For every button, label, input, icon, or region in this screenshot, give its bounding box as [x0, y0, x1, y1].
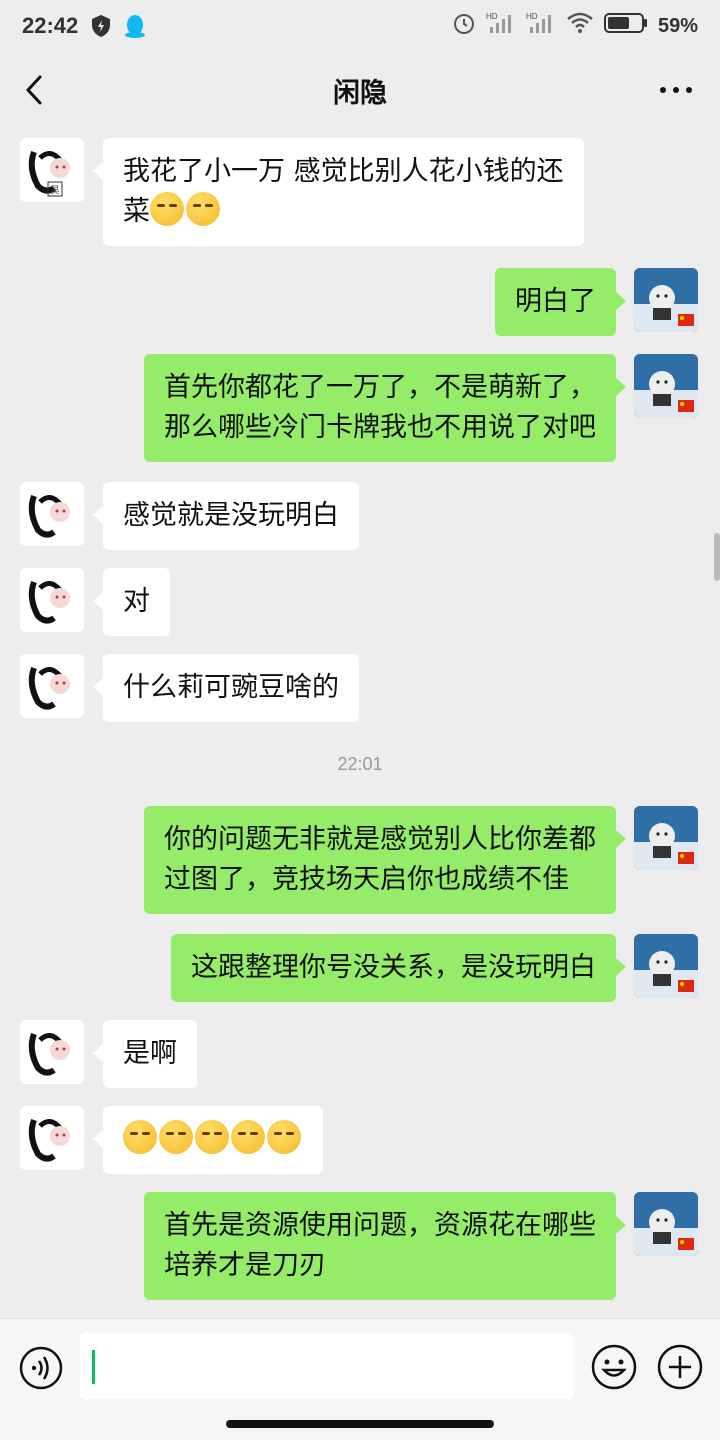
voice-icon[interactable]	[18, 1345, 64, 1391]
message-text: 这跟整理你号没关系，是没玩明白	[191, 952, 596, 983]
outgoing-message-bubble[interactable]: 首先你都花了一万了，不是萌新了， 那么哪些冷门卡牌我也不用说了对吧	[144, 354, 626, 462]
hd-signal-icon: HD	[526, 11, 556, 41]
contact-avatar[interactable]	[20, 1106, 84, 1170]
message-text: 是啊	[123, 1038, 177, 1069]
crying-laughing-emoji-icon	[267, 1120, 301, 1154]
message-text: 首先你都花了一万了，不是萌新了，	[164, 372, 596, 403]
message-row-outgoing: 你的问题无非就是感觉别人比你差都 过图了，竞技场天启你也成绩不佳	[0, 796, 720, 914]
incoming-message-bubble[interactable]: 感觉就是没玩明白	[93, 482, 359, 550]
svg-text:HD: HD	[526, 12, 538, 21]
crying-laughing-emoji-icon	[231, 1120, 265, 1154]
qq-penguin-icon	[124, 13, 146, 39]
message-row-incoming: 什么莉可豌豆啥的	[0, 644, 720, 722]
message-row-incoming: 感觉就是没玩明白	[0, 472, 720, 550]
message-text-line: 那么哪些冷门卡牌我也不用说了对吧	[164, 412, 596, 443]
message-text-line: 培养才是刀刃	[164, 1250, 326, 1281]
own-avatar[interactable]	[634, 806, 698, 870]
message-row-incoming: 是啊	[0, 1010, 720, 1088]
message-text-line: 过图了，竞技场天启你也成绩不佳	[164, 864, 569, 895]
avatar-seal-text: 吴	[50, 185, 59, 196]
message-text: 什么莉可豌豆啥的	[123, 672, 339, 703]
contact-avatar[interactable]	[20, 482, 84, 546]
message-text: 明白了	[515, 286, 596, 317]
incoming-message-bubble[interactable]: 什么莉可豌豆啥的	[93, 654, 359, 722]
contact-avatar[interactable]	[20, 654, 84, 718]
outgoing-message-bubble[interactable]: 你的问题无非就是感觉别人比你差都 过图了，竞技场天启你也成绩不佳	[144, 806, 626, 914]
message-text: 首先是资源使用问题，资源花在哪些	[164, 1210, 596, 1241]
battery-icon	[603, 12, 648, 40]
chat-title: 闲隐	[333, 77, 387, 109]
crying-laughing-emoji-icon	[150, 192, 184, 226]
message-row-outgoing: 这跟整理你号没关系，是没玩明白	[0, 924, 720, 1002]
text-caret	[92, 1350, 95, 1384]
contact-avatar[interactable]	[20, 1020, 84, 1084]
own-avatar[interactable]	[634, 934, 698, 998]
chevron-left-icon[interactable]	[18, 72, 54, 108]
message-row-outgoing: 明白了	[0, 258, 720, 336]
outgoing-message-bubble[interactable]: 明白了	[495, 268, 626, 336]
status-bar: 22:42 HD HD 59%	[0, 0, 720, 52]
emoji-smile-icon[interactable]	[590, 1343, 638, 1391]
message-timestamp: 22:01	[337, 754, 383, 774]
alarm-icon	[452, 11, 476, 41]
message-text-line: 菜	[123, 192, 564, 232]
crying-laughing-emoji-icon	[159, 1120, 193, 1154]
message-emoji-line	[123, 1120, 303, 1160]
own-avatar[interactable]	[634, 354, 698, 418]
message-row-outgoing: 首先是资源使用问题，资源花在哪些 培养才是刀刃	[0, 1182, 720, 1300]
message-row-incoming	[0, 1096, 720, 1174]
contact-avatar[interactable]: 吴	[20, 138, 84, 202]
message-list[interactable]: 吴 我花了小一万 感觉比别人花小钱的还 菜 明白了 首先你都花了一万了，不是萌新…	[0, 128, 720, 1318]
message-text: 你的问题无非就是感觉别人比你差都	[164, 824, 596, 855]
outgoing-message-bubble[interactable]: 这跟整理你号没关系，是没玩明白	[171, 934, 626, 1002]
message-row-incoming: 吴 我花了小一万 感觉比别人花小钱的还 菜	[0, 128, 720, 248]
message-row-incoming: 对	[0, 558, 720, 636]
wifi-icon	[566, 12, 594, 40]
message-row-outgoing: 首先你都花了一万了，不是萌新了， 那么哪些冷门卡牌我也不用说了对吧	[0, 344, 720, 462]
hd-signal-icon: HD	[486, 11, 516, 41]
incoming-message-bubble[interactable]: 我花了小一万 感觉比别人花小钱的还 菜	[93, 138, 584, 246]
message-text: 感觉就是没玩明白	[123, 500, 339, 531]
status-time: 22:42	[22, 13, 79, 38]
crying-laughing-emoji-icon	[195, 1120, 229, 1154]
chat-header: 闲隐	[0, 52, 720, 128]
incoming-message-bubble[interactable]: 是啊	[93, 1020, 197, 1088]
more-dots-icon[interactable]	[658, 74, 694, 106]
home-indicator[interactable]	[226, 1420, 494, 1428]
message-text: 对	[123, 586, 150, 617]
message-input[interactable]	[80, 1333, 574, 1399]
contact-avatar[interactable]	[20, 568, 84, 632]
message-text: 我花了小一万 感觉比别人花小钱的还	[123, 156, 564, 187]
svg-text:HD: HD	[486, 12, 498, 21]
own-avatar[interactable]	[634, 1192, 698, 1256]
own-avatar[interactable]	[634, 268, 698, 332]
plus-circle-icon[interactable]	[656, 1343, 704, 1391]
battery-percentage: 59%	[657, 14, 698, 37]
incoming-message-bubble[interactable]: 对	[93, 568, 170, 636]
crying-laughing-emoji-icon	[186, 192, 220, 226]
outgoing-message-bubble[interactable]: 首先是资源使用问题，资源花在哪些 培养才是刀刃	[144, 1192, 626, 1300]
shield-icon	[90, 14, 112, 38]
incoming-message-bubble[interactable]	[93, 1106, 323, 1174]
crying-laughing-emoji-icon	[123, 1120, 157, 1154]
scrollbar[interactable]	[714, 533, 720, 581]
